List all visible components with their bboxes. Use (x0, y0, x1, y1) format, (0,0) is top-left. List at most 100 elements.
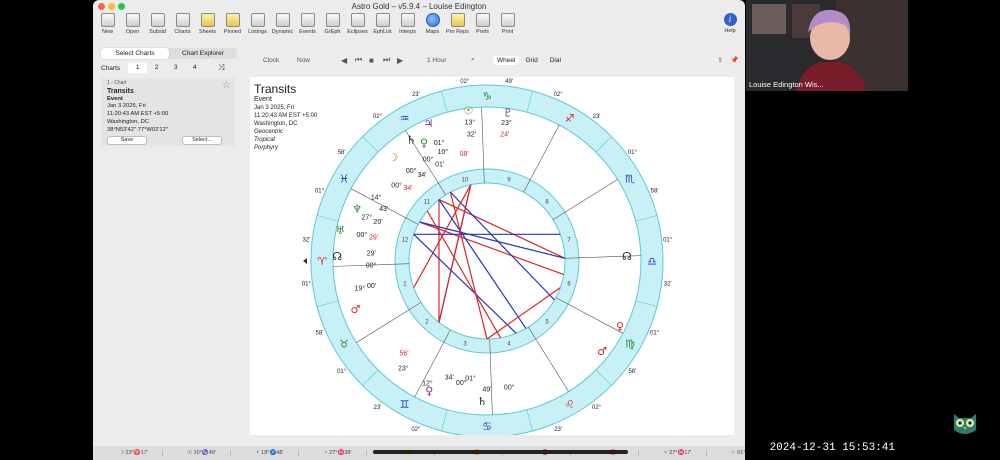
eclipses-icon (350, 13, 365, 27)
toolbar-button-pro-reps[interactable]: Pro Reps (445, 12, 470, 40)
zoom-window-button[interactable] (118, 3, 125, 10)
toolbar-button-open[interactable]: Open (120, 12, 145, 40)
planet-position-label: 27° (361, 214, 372, 222)
cusp-degree-label: 58' (338, 150, 346, 156)
toolbar-label: Subsid (149, 29, 166, 35)
toolbar-button-eclipses[interactable]: Eclipses (345, 12, 370, 40)
house-number: 10 (462, 177, 469, 183)
cusp-degree-label: 32' (302, 237, 310, 243)
zodiac-sign-glyph: ♈ (317, 255, 327, 268)
tab-select-charts[interactable]: Select Charts (101, 48, 169, 59)
toolbar-label: Open (125, 29, 140, 35)
planet-position-label: 01' (435, 161, 444, 168)
planet-position-label: 49' (482, 387, 491, 394)
star-icon[interactable]: ☆ (222, 81, 231, 91)
chart-card[interactable]: 1 - Chart Transits Event Jan 3 2025, Fri… (101, 78, 235, 146)
zodiac-sign-glyph: ♏ (625, 173, 635, 186)
planet-position-label: 01° (465, 374, 476, 382)
ascendant-marker (303, 258, 307, 264)
planet-position-label: 10° (437, 148, 448, 156)
cusp-degree-label: 23' (374, 405, 382, 411)
timestamp: 2024-12-31 15:53:41 (769, 442, 895, 454)
toolbar-button-sheets[interactable]: Sheets (195, 12, 220, 40)
view-grid-button[interactable]: Grid (519, 56, 543, 65)
stop-icon[interactable]: ■ (369, 56, 383, 65)
natal-wheel[interactable]: 123 456789101112♈♉♊♋♌♍♎♏♐♑♒♓01°32'01°58'0… (250, 77, 734, 435)
help-button[interactable]: i Help (719, 13, 741, 34)
toolbar-button-print[interactable]: Print (495, 12, 520, 40)
pin-chart-icon[interactable]: 📌 (731, 56, 739, 64)
planet-glyph: ♀ (425, 385, 433, 398)
search-icon[interactable]: ⌕ (471, 56, 493, 64)
tab-chart-explorer[interactable]: Chart Explorer (169, 48, 237, 59)
toolbar-button-greph[interactable]: GrEph (320, 12, 345, 40)
chart-slot-1[interactable]: 1 (128, 63, 148, 73)
planet-glyph: ♄ (477, 395, 487, 408)
sheets-icon (200, 13, 215, 27)
toolbar-label: GrEph (324, 29, 341, 35)
chart-slot-3[interactable]: 3 (166, 63, 185, 73)
planet-position-label: 00' (367, 283, 376, 290)
skip-back-icon[interactable]: ⏮ (355, 55, 369, 65)
step-size[interactable]: 1 Hour (427, 57, 471, 64)
toolbar-button-pinned[interactable]: Pinned (220, 12, 245, 40)
planet-glyph: ♀ (616, 320, 624, 333)
chart-slot-2[interactable]: 2 (147, 63, 166, 73)
charts-label: Charts (101, 64, 121, 72)
toolbar-label: EphList (373, 29, 392, 35)
toolbar-button-subsid[interactable]: Subsid (145, 12, 170, 40)
save-button[interactable]: Save (107, 135, 147, 145)
chart-card-place: Washington, DC (107, 118, 149, 125)
now-button[interactable]: Now (297, 57, 341, 64)
close-window-button[interactable] (98, 3, 105, 10)
zodiac-sign-glyph: ♎ (647, 255, 657, 268)
toolbar-button-dynamic[interactable]: Dynamic (270, 12, 295, 40)
step-forward-icon[interactable]: ▶ (397, 56, 427, 65)
cusp-degree-label: 49' (505, 79, 513, 85)
step-back-icon[interactable]: ◀ (341, 56, 355, 65)
planet-position-label: 13° (465, 119, 476, 127)
scroll-indicator (373, 450, 628, 454)
planet-position-label: 23° (501, 119, 512, 127)
planet-position-label: 56' (399, 351, 408, 358)
gear-icon (475, 13, 490, 27)
toolbar-button-listings[interactable]: Listings (245, 12, 270, 40)
toolbar-button-prefs[interactable]: Prefs (470, 12, 495, 40)
status-position-readout: ♀ 27°♓38' (309, 450, 367, 456)
toolbar-label: Listings (248, 29, 267, 35)
chart-card-coords: 38°N53'42" 77°W02'12" (107, 126, 168, 133)
chart-card-type: Event (107, 95, 123, 102)
status-position-readout: ☽ 23°♈17' (105, 450, 163, 456)
new-chart-icon (100, 13, 115, 27)
toolbar-button-events[interactable]: Events (295, 12, 320, 40)
toolbar-button-new[interactable]: New (95, 12, 120, 40)
planet-glyph: ☉ (464, 104, 474, 117)
status-position-readout: ♇ 01°♒03' (717, 450, 746, 456)
planet-position-label: 34' (445, 375, 454, 382)
toolbar-button-charts[interactable]: Charts (170, 12, 195, 40)
cusp-degree-label: 58' (651, 188, 659, 194)
planet-position-label: 32' (467, 131, 476, 138)
clock-button[interactable]: Clock (263, 57, 297, 64)
toolbar-button-interps[interactable]: Interps (395, 12, 420, 40)
view-wheel-button[interactable]: Wheel (493, 55, 520, 65)
select-button[interactable]: Select... (182, 135, 222, 145)
feather-icon (450, 13, 465, 27)
share-icon[interactable]: ⇪ (717, 56, 722, 64)
planet-position-label: 19° (355, 285, 366, 293)
view-dial-button[interactable]: Dial (544, 56, 567, 65)
shuffle-icon[interactable]: ⤨ (218, 63, 224, 73)
toolbar-label: Prefs (476, 29, 489, 35)
toolbar-label: Events (299, 29, 316, 35)
planet-position-label: 00° (357, 231, 368, 239)
toolbar-button-ephlist[interactable]: EphList (370, 12, 395, 40)
skip-forward-icon[interactable]: ⏭ (383, 55, 397, 65)
toolbar-label: Pinned (223, 29, 242, 35)
planet-glyph: ♂ (351, 303, 361, 316)
minimize-window-button[interactable] (108, 3, 115, 10)
toolbar-button-maps[interactable]: Maps (420, 12, 445, 40)
zodiac-sign-glyph: ♌ (565, 398, 575, 411)
planet-glyph: ♅ (335, 224, 345, 237)
subsidiary-icon (150, 13, 165, 27)
chart-slot-4[interactable]: 4 (185, 63, 204, 73)
